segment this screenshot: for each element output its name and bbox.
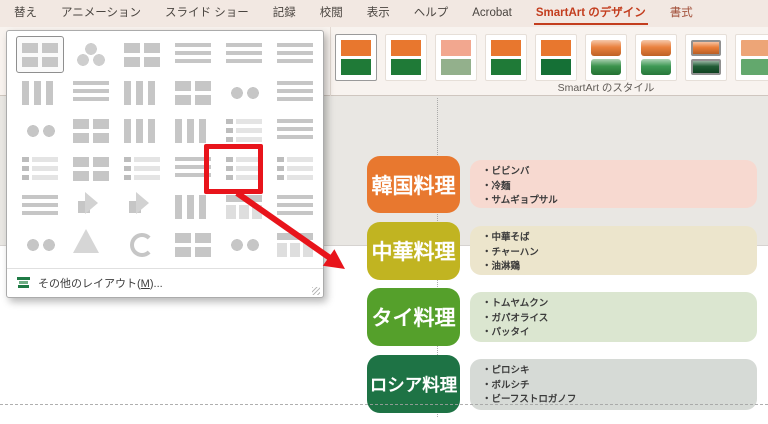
smartart-style-thumbnail[interactable] (735, 34, 768, 81)
panel-resize-handle[interactable] (312, 287, 320, 295)
layout-gallery-grid (16, 36, 318, 264)
tab-view[interactable]: 表示 (355, 0, 402, 27)
more-layouts-icon (17, 277, 30, 289)
layout-thumbnail[interactable] (271, 150, 319, 187)
smartart-style-thumbnail[interactable] (435, 34, 477, 81)
list-item: ・冷麺 (482, 180, 511, 192)
list-item: ・油淋鶏 (482, 261, 521, 272)
smartart-style-thumbnail[interactable] (335, 34, 377, 81)
layout-thumbnail[interactable] (271, 188, 319, 225)
list-item: ・中華そば (482, 232, 530, 243)
layout-thumbnail[interactable] (118, 112, 166, 149)
tab-help[interactable]: ヘルプ (402, 0, 461, 27)
list-item: ・トムヤムクン (482, 298, 549, 309)
layout-thumbnail[interactable] (169, 36, 217, 73)
layout-thumbnail[interactable] (67, 226, 115, 263)
layout-thumbnail[interactable] (118, 150, 166, 187)
layout-thumbnail[interactable] (16, 226, 64, 263)
layout-thumbnail[interactable] (67, 188, 115, 225)
tab-animations[interactable]: アニメーション (49, 0, 153, 27)
layout-thumbnail[interactable] (67, 74, 115, 111)
smartart-shape-content[interactable]: ・ビビンバ ・冷麺 ・サムギョプサル (470, 160, 757, 208)
tab-format[interactable]: 書式 (658, 0, 705, 27)
horizontal-guide-line (0, 404, 768, 405)
layout-thumbnail[interactable] (271, 36, 319, 73)
layout-thumbnail[interactable] (67, 112, 115, 149)
list-item: ・ピロシキ (482, 365, 530, 376)
smartart-style-thumbnail[interactable] (535, 34, 577, 81)
smartart-shape-content[interactable]: ・中華そば ・チャーハン ・油淋鶏 (470, 226, 757, 275)
tab-record[interactable]: 記録 (261, 0, 308, 27)
layout-thumbnail[interactable] (271, 112, 319, 149)
tab-smartart-design[interactable]: SmartArt のデザイン (524, 0, 658, 27)
layout-thumbnail[interactable] (169, 74, 217, 111)
list-item: ・パッタイ (482, 327, 530, 338)
layout-thumbnail[interactable] (118, 188, 166, 225)
layout-thumbnail[interactable] (220, 74, 268, 111)
annotation-highlight-box (204, 144, 263, 194)
smartart-shape-label[interactable]: タイ料理 (367, 288, 460, 346)
layout-thumbnail[interactable] (67, 36, 115, 73)
layout-thumbnail[interactable] (220, 226, 268, 263)
layout-thumbnail[interactable] (16, 112, 64, 149)
layout-thumbnail[interactable] (271, 226, 319, 263)
smartart-style-thumbnail[interactable] (585, 34, 627, 81)
layout-thumbnail[interactable] (16, 150, 64, 187)
more-layouts-label: その他のレイアウト(M)... (38, 278, 163, 290)
styles-group-label: SmartArt のスタイル (557, 82, 655, 94)
layout-thumbnail[interactable] (16, 36, 64, 73)
tab-acrobat[interactable]: Acrobat (460, 0, 524, 27)
layout-thumbnail[interactable] (271, 74, 319, 111)
layout-thumbnail[interactable] (118, 226, 166, 263)
smartart-shape-label[interactable]: 韓国料理 (367, 156, 460, 213)
smartart-styles-group: SmartArt のスタイル (330, 27, 768, 96)
tab-transitions[interactable]: 替え (2, 0, 49, 27)
layout-thumbnail[interactable] (118, 36, 166, 73)
layout-thumbnail[interactable] (16, 188, 64, 225)
smartart-style-thumbnail[interactable] (385, 34, 427, 81)
layout-thumbnail[interactable] (169, 226, 217, 263)
list-item: ・チャーハン (482, 246, 539, 258)
layout-thumbnail[interactable] (16, 74, 64, 111)
tab-slideshow[interactable]: スライド ショー (153, 0, 261, 27)
smartart-shape-label[interactable]: 中華料理 (367, 222, 460, 280)
list-item: ・ガパオライス (482, 312, 549, 324)
smartart-style-thumbnail[interactable] (685, 34, 727, 81)
smartart-shape-content[interactable]: ・トムヤムクン ・ガパオライス ・パッタイ (470, 292, 757, 342)
list-item: ・ボルシチ (482, 379, 530, 391)
tab-review[interactable]: 校閲 (308, 0, 355, 27)
ribbon-tab-row: 替え アニメーション スライド ショー 記録 校閲 表示 ヘルプ Acrobat… (0, 0, 768, 27)
list-item: ・サムギョプサル (482, 195, 558, 206)
layout-thumbnail[interactable] (220, 36, 268, 73)
layout-thumbnail[interactable] (118, 74, 166, 111)
layout-gallery-panel: その他のレイアウト(M)... (6, 30, 324, 298)
more-layouts-item[interactable]: その他のレイアウト(M)... (7, 268, 323, 297)
smartart-style-thumbnail[interactable] (635, 34, 677, 81)
smartart-shape-content[interactable]: ・ピロシキ ・ボルシチ ・ビーフストロガノフ (470, 359, 757, 410)
styles-gallery (335, 34, 768, 81)
list-item: ・ビビンバ (482, 166, 530, 177)
smartart-style-thumbnail[interactable] (485, 34, 527, 81)
layout-thumbnail[interactable] (67, 150, 115, 187)
list-item: ・ビーフストロガノフ (482, 394, 577, 405)
powerpoint-window: 替え アニメーション スライド ショー 記録 校閲 表示 ヘルプ Acrobat… (0, 0, 768, 424)
